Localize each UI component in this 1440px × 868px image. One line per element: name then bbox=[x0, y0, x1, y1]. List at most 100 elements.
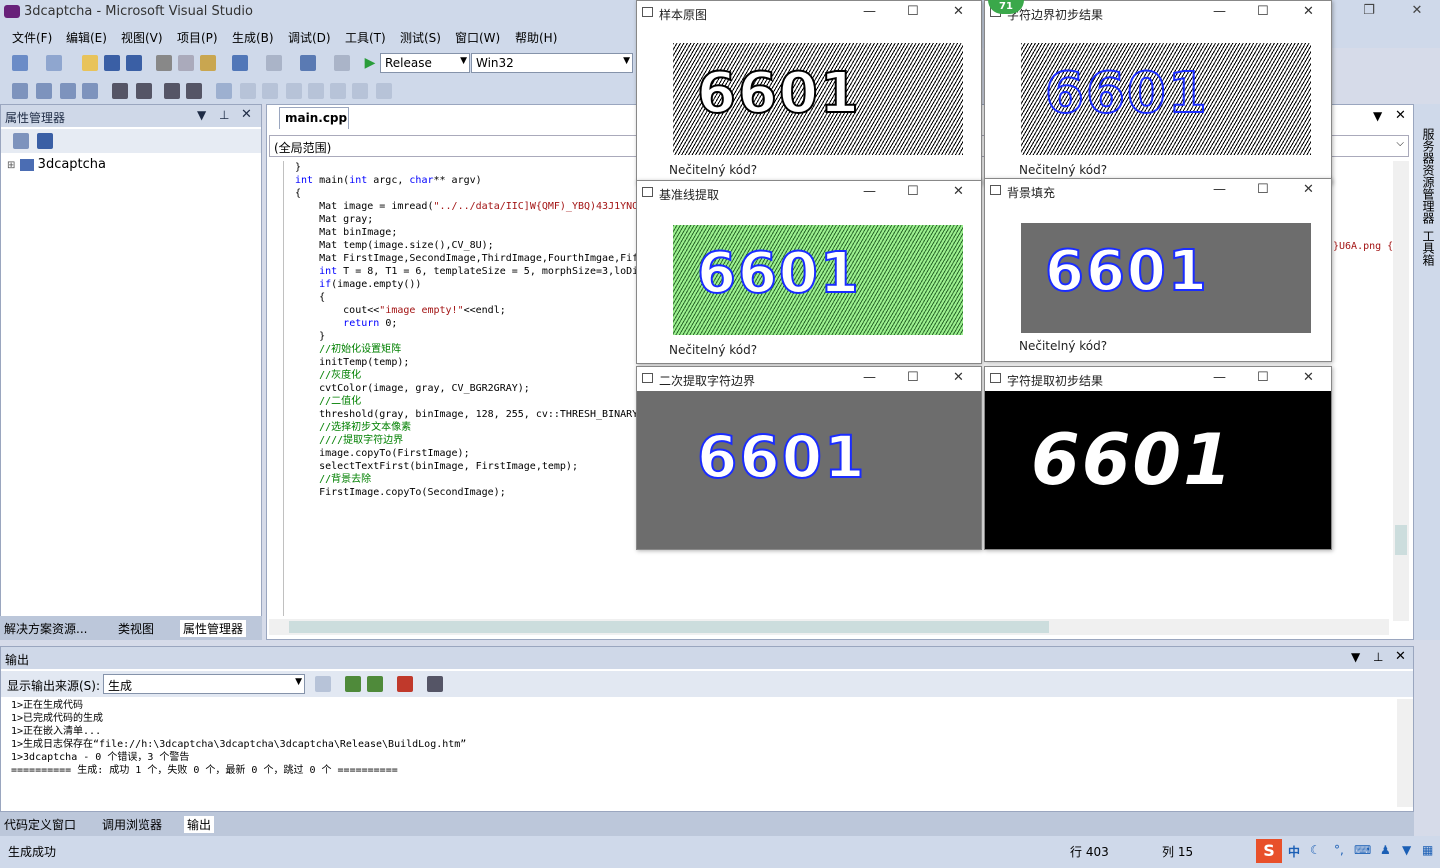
configuration-select[interactable]: Release ▼ bbox=[380, 53, 470, 73]
tab-output[interactable]: 输出 bbox=[184, 816, 215, 833]
prev-message-icon[interactable] bbox=[345, 676, 361, 692]
close-icon[interactable]: ✕ bbox=[1395, 649, 1406, 664]
close-icon[interactable]: ✕ bbox=[953, 4, 964, 19]
next-bookmark-doc-icon[interactable] bbox=[352, 83, 368, 99]
close-icon[interactable]: ✕ bbox=[1303, 370, 1314, 385]
save-icon[interactable] bbox=[37, 133, 53, 149]
start-debug-icon[interactable]: ▶ bbox=[362, 55, 378, 71]
bookmark-icon[interactable] bbox=[216, 83, 232, 99]
dropdown-icon[interactable]: ▼ bbox=[1351, 650, 1360, 664]
ime-language[interactable]: 中 bbox=[1288, 843, 1300, 860]
scroll-thumb[interactable] bbox=[1395, 525, 1407, 555]
keyboard-icon[interactable]: ⌨ bbox=[1354, 843, 1371, 857]
menu-debug[interactable]: 调试(D) bbox=[288, 29, 331, 46]
vertical-scrollbar[interactable] bbox=[1393, 161, 1409, 621]
uncomment-icon[interactable] bbox=[186, 83, 202, 99]
menu-view[interactable]: 视图(V) bbox=[121, 29, 163, 46]
tab-code-definition[interactable]: 代码定义窗口 bbox=[4, 816, 76, 833]
tab-class-view[interactable]: 类视图 bbox=[118, 620, 154, 637]
window-titlebar[interactable]: 背景填充 — ☐ ✕ bbox=[985, 179, 1331, 203]
scroll-thumb[interactable] bbox=[289, 621, 1049, 633]
maximize-icon[interactable]: ☐ bbox=[907, 4, 919, 19]
clear-bookmarks-icon[interactable] bbox=[376, 83, 392, 99]
dropdown-icon[interactable]: ▼ bbox=[1373, 109, 1382, 123]
tab-call-browser[interactable]: 调用浏览器 bbox=[102, 816, 162, 833]
close-icon[interactable]: ✕ bbox=[1303, 4, 1314, 19]
prev-bookmark-doc-icon[interactable] bbox=[330, 83, 346, 99]
pin-icon[interactable]: ⊥ bbox=[1373, 650, 1383, 664]
tab-solution-explorer[interactable]: 解决方案资源... bbox=[4, 620, 87, 637]
menu-file[interactable]: 文件(F) bbox=[12, 29, 52, 46]
next-message-icon[interactable] bbox=[367, 676, 383, 692]
cut-icon[interactable] bbox=[156, 55, 172, 71]
redo-icon[interactable] bbox=[266, 55, 282, 71]
horizontal-scrollbar[interactable] bbox=[269, 619, 1389, 635]
new-project-icon[interactable] bbox=[12, 55, 28, 71]
minimize-icon[interactable]: — bbox=[1213, 182, 1226, 197]
shirt-icon[interactable]: ▼ bbox=[1402, 843, 1411, 857]
user-icon[interactable]: ♟ bbox=[1380, 843, 1391, 857]
expand-icon[interactable]: ⊞ bbox=[7, 160, 15, 171]
window-titlebar[interactable]: 字符边界初步结果 — ☐ ✕ bbox=[985, 1, 1331, 25]
open-folder-icon[interactable] bbox=[82, 55, 98, 71]
outdent-icon[interactable] bbox=[112, 83, 128, 99]
comment-icon[interactable] bbox=[164, 83, 180, 99]
dropdown-icon[interactable]: ▼ bbox=[197, 108, 206, 122]
window-titlebar[interactable]: 字符提取初步结果 — ☐ ✕ bbox=[985, 367, 1331, 391]
window-titlebar[interactable]: 基准线提取 — ☐ ✕ bbox=[637, 181, 981, 205]
next-bookmark-icon[interactable] bbox=[262, 83, 278, 99]
window-titlebar[interactable]: 样本原图 — ☐ ✕ bbox=[637, 1, 981, 25]
save-all-icon[interactable] bbox=[126, 55, 142, 71]
menu-tools[interactable]: 工具(T) bbox=[345, 29, 386, 46]
tab-server-explorer[interactable]: 服务器资源管理器 bbox=[1420, 128, 1435, 224]
close-icon[interactable]: ✕ bbox=[241, 107, 252, 122]
navigate-icon[interactable] bbox=[300, 55, 316, 71]
vertical-scrollbar[interactable] bbox=[1397, 699, 1413, 807]
navigate-forward-icon[interactable] bbox=[334, 55, 350, 71]
prev-bookmark-icon[interactable] bbox=[240, 83, 256, 99]
minimize-icon[interactable]: — bbox=[863, 4, 876, 19]
close-icon[interactable]: ✕ bbox=[953, 184, 964, 199]
maximize-icon[interactable]: ☐ bbox=[1257, 182, 1269, 197]
minimize-icon[interactable]: — bbox=[1213, 4, 1226, 19]
menu-build[interactable]: 生成(B) bbox=[232, 29, 274, 46]
paste-icon[interactable] bbox=[200, 55, 216, 71]
grid-icon[interactable]: ▦ bbox=[1422, 843, 1433, 857]
platform-select[interactable]: Win32 ▼ bbox=[471, 53, 633, 73]
prev-bookmark-folder-icon[interactable] bbox=[286, 83, 302, 99]
close-icon[interactable]: ✕ bbox=[1303, 182, 1314, 197]
minimize-icon[interactable]: — bbox=[863, 370, 876, 385]
next-bookmark-folder-icon[interactable] bbox=[308, 83, 324, 99]
quick-info-icon[interactable] bbox=[60, 83, 76, 99]
restore-icon[interactable]: ❐ bbox=[1356, 2, 1382, 20]
maximize-icon[interactable]: ☐ bbox=[1257, 4, 1269, 19]
tab-property-manager[interactable]: 属性管理器 bbox=[180, 620, 247, 637]
menu-edit[interactable]: 编辑(E) bbox=[66, 29, 107, 46]
indent-icon[interactable] bbox=[136, 83, 152, 99]
complete-word-icon[interactable] bbox=[82, 83, 98, 99]
members-icon[interactable] bbox=[12, 83, 28, 99]
menu-project[interactable]: 项目(P) bbox=[177, 29, 218, 46]
close-icon[interactable]: ✕ bbox=[953, 370, 964, 385]
menu-window[interactable]: 窗口(W) bbox=[455, 29, 500, 46]
clear-all-icon[interactable] bbox=[397, 676, 413, 692]
source-select[interactable]: 生成 ▼ bbox=[103, 674, 305, 694]
tab-main-cpp[interactable]: main.cpp bbox=[279, 107, 349, 129]
undo-icon[interactable] bbox=[232, 55, 248, 71]
ime-logo-icon[interactable]: S bbox=[1256, 839, 1282, 863]
menu-help[interactable]: 帮助(H) bbox=[515, 29, 557, 46]
punctuation-icon[interactable]: °, bbox=[1334, 843, 1344, 857]
minimize-icon[interactable]: — bbox=[863, 184, 876, 199]
parameter-info-icon[interactable] bbox=[36, 83, 52, 99]
tree-item-project[interactable]: ⊞ 3dcaptcha bbox=[7, 157, 106, 172]
word-wrap-icon[interactable] bbox=[427, 676, 443, 692]
pin-icon[interactable]: ⊥ bbox=[219, 108, 229, 122]
save-icon[interactable] bbox=[104, 55, 120, 71]
tab-toolbox[interactable]: 工具箱 bbox=[1420, 230, 1435, 266]
maximize-icon[interactable]: ☐ bbox=[907, 370, 919, 385]
maximize-icon[interactable]: ☐ bbox=[907, 184, 919, 199]
find-message-icon[interactable] bbox=[315, 676, 331, 692]
close-icon[interactable]: ✕ bbox=[1404, 2, 1430, 20]
close-icon[interactable]: ✕ bbox=[1395, 108, 1406, 123]
moon-icon[interactable]: ☾ bbox=[1310, 843, 1321, 857]
